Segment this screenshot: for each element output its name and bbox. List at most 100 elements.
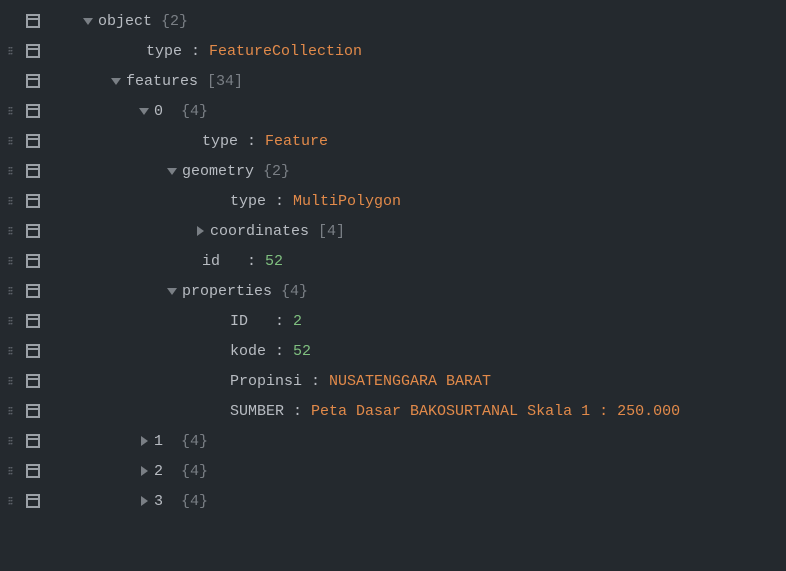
json-colon: : xyxy=(182,43,209,60)
json-colon: : xyxy=(266,193,293,210)
json-colon: : xyxy=(302,373,329,390)
panel-icon[interactable] xyxy=(20,314,46,328)
tree-row[interactable]: ፧፧ properties {4} xyxy=(0,276,786,306)
tree-row[interactable]: ፧፧ kode : 52 xyxy=(0,336,786,366)
node-content: 0 {4} xyxy=(154,103,208,120)
node-content: object {2} xyxy=(98,13,188,30)
panel-icon[interactable] xyxy=(20,194,46,208)
drag-grip-icon[interactable]: ፧፧ xyxy=(0,434,20,449)
tree-row[interactable]: ፧፧ ID : 2 xyxy=(0,306,786,336)
drag-grip-icon[interactable]: ፧፧ xyxy=(0,254,20,269)
node-content: Propinsi : NUSATENGGARA BARAT xyxy=(230,373,491,390)
tree-row[interactable]: ፧፧ geometry {2} xyxy=(0,156,786,186)
panel-icon[interactable] xyxy=(20,374,46,388)
panel-icon[interactable] xyxy=(20,44,46,58)
collapse-icon[interactable] xyxy=(134,108,154,115)
tree-row[interactable]: ፧፧ 0 {4} xyxy=(0,96,786,126)
json-meta: {2} xyxy=(263,163,290,180)
panel-icon[interactable] xyxy=(20,224,46,238)
tree-row[interactable]: features [34] xyxy=(0,66,786,96)
panel-icon[interactable] xyxy=(20,434,46,448)
panel-icon[interactable] xyxy=(20,344,46,358)
tree-row[interactable]: ፧፧ 1 {4} xyxy=(0,426,786,456)
node-content: 3 {4} xyxy=(154,493,208,510)
node-content: geometry {2} xyxy=(182,163,290,180)
expand-icon[interactable] xyxy=(190,226,210,236)
drag-grip-icon[interactable]: ፧፧ xyxy=(0,464,20,479)
json-index: 2 xyxy=(154,463,181,480)
tree-row[interactable]: ፧፧ Propinsi : NUSATENGGARA BARAT xyxy=(0,366,786,396)
drag-grip-icon[interactable]: ፧፧ xyxy=(0,374,20,389)
json-meta: {2} xyxy=(161,13,188,30)
drag-grip-icon[interactable]: ፧፧ xyxy=(0,314,20,329)
panel-icon[interactable] xyxy=(20,104,46,118)
tree-row[interactable]: ፧፧ type : MultiPolygon xyxy=(0,186,786,216)
collapse-icon[interactable] xyxy=(162,288,182,295)
drag-grip-icon[interactable]: ፧፧ xyxy=(0,284,20,299)
tree-row[interactable]: ፧፧ 3 {4} xyxy=(0,486,786,516)
tree-row[interactable]: ፧፧ id : 52 xyxy=(0,246,786,276)
tree-row[interactable]: ፧፧ coordinates [4] xyxy=(0,216,786,246)
node-content: type : MultiPolygon xyxy=(230,193,401,210)
tree-row[interactable]: object {2} xyxy=(0,6,786,36)
json-number-value: 52 xyxy=(293,343,311,360)
json-colon: : xyxy=(266,313,293,330)
node-content: id : 52 xyxy=(202,253,283,270)
json-key: Propinsi xyxy=(230,373,302,390)
json-string-value: Feature xyxy=(265,133,328,150)
panel-icon[interactable] xyxy=(20,254,46,268)
expand-icon[interactable] xyxy=(134,436,154,446)
json-key: ID xyxy=(230,313,266,330)
json-key: SUMBER xyxy=(230,403,284,420)
panel-icon[interactable] xyxy=(20,134,46,148)
node-content: kode : 52 xyxy=(230,343,311,360)
expand-icon[interactable] xyxy=(134,466,154,476)
json-meta: {4} xyxy=(181,433,208,450)
json-key: type xyxy=(146,43,182,60)
node-content: SUMBER : Peta Dasar BAKOSURTANAL Skala 1… xyxy=(230,403,680,420)
drag-grip-icon[interactable]: ፧፧ xyxy=(0,44,20,59)
collapse-icon[interactable] xyxy=(106,78,126,85)
tree-row[interactable]: ፧፧ SUMBER : Peta Dasar BAKOSURTANAL Skala… xyxy=(0,396,786,426)
json-key: features xyxy=(126,73,207,90)
panel-icon[interactable] xyxy=(20,494,46,508)
drag-grip-icon[interactable]: ፧፧ xyxy=(0,194,20,209)
tree-row[interactable]: ፧፧ 2 {4} xyxy=(0,456,786,486)
json-string-value: NUSATENGGARA BARAT xyxy=(329,373,491,390)
panel-icon[interactable] xyxy=(20,14,46,28)
json-key: type xyxy=(202,133,238,150)
json-meta: [4] xyxy=(318,223,345,240)
node-content: 2 {4} xyxy=(154,463,208,480)
node-content: coordinates [4] xyxy=(210,223,345,240)
json-colon: : xyxy=(238,253,265,270)
node-content: type : Feature xyxy=(202,133,328,150)
drag-grip-icon[interactable]: ፧፧ xyxy=(0,224,20,239)
drag-grip-icon[interactable]: ፧፧ xyxy=(0,494,20,509)
json-index: 1 xyxy=(154,433,181,450)
panel-icon[interactable] xyxy=(20,164,46,178)
drag-grip-icon[interactable]: ፧፧ xyxy=(0,134,20,149)
panel-icon[interactable] xyxy=(20,74,46,88)
drag-grip-icon[interactable]: ፧፧ xyxy=(0,104,20,119)
json-meta: {4} xyxy=(181,103,208,120)
panel-icon[interactable] xyxy=(20,284,46,298)
json-number-value: 52 xyxy=(265,253,283,270)
panel-icon[interactable] xyxy=(20,404,46,418)
json-key: id xyxy=(202,253,238,270)
drag-grip-icon[interactable]: ፧፧ xyxy=(0,164,20,179)
json-string-value: Peta Dasar BAKOSURTANAL Skala 1 : 250.00… xyxy=(311,403,680,420)
drag-grip-icon[interactable]: ፧፧ xyxy=(0,404,20,419)
node-content: 1 {4} xyxy=(154,433,208,450)
node-content: ID : 2 xyxy=(230,313,302,330)
json-key: kode xyxy=(230,343,266,360)
json-tree: object {2}፧፧type : FeatureCollectionfeat… xyxy=(0,6,786,516)
drag-grip-icon[interactable]: ፧፧ xyxy=(0,344,20,359)
expand-icon[interactable] xyxy=(134,496,154,506)
tree-row[interactable]: ፧፧ type : Feature xyxy=(0,126,786,156)
collapse-icon[interactable] xyxy=(78,18,98,25)
json-meta: {4} xyxy=(281,283,308,300)
tree-row[interactable]: ፧፧type : FeatureCollection xyxy=(0,36,786,66)
json-key: properties xyxy=(182,283,281,300)
collapse-icon[interactable] xyxy=(162,168,182,175)
panel-icon[interactable] xyxy=(20,464,46,478)
